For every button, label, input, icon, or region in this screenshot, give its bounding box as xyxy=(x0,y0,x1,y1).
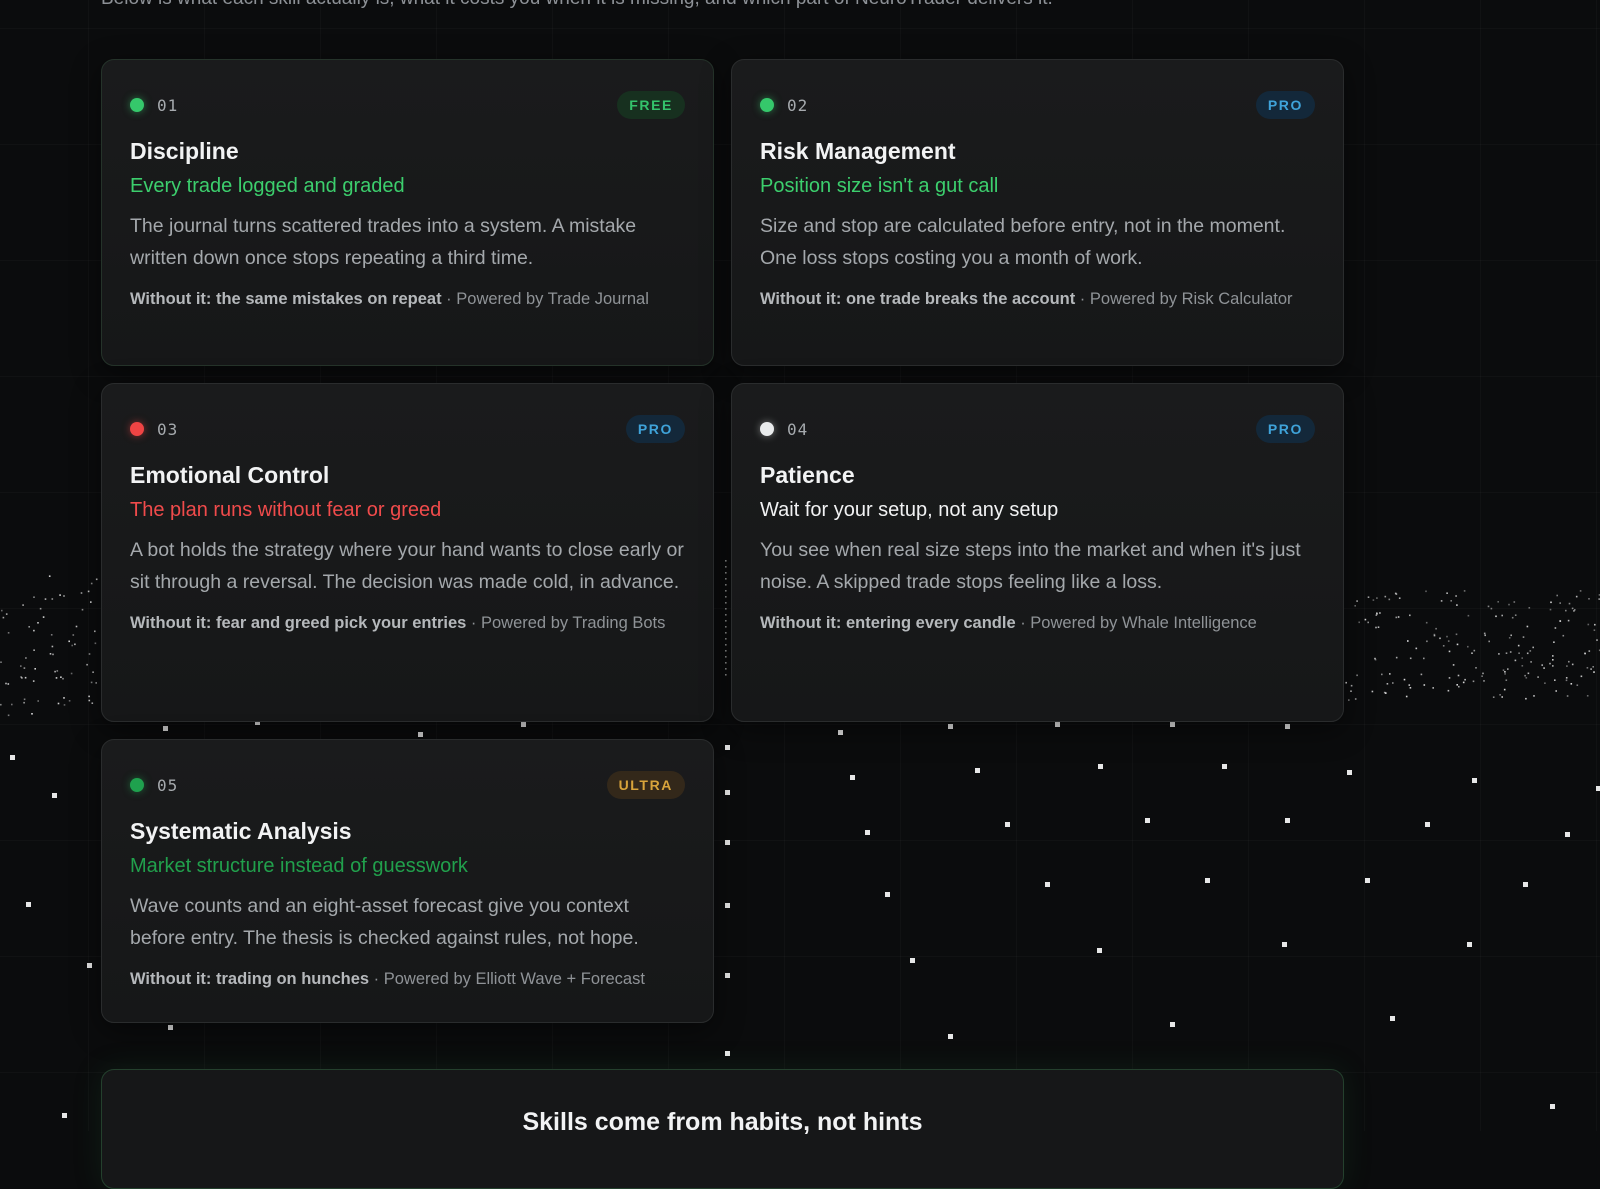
skill-card-emotional-control: 03 PRO Emotional Control The plan runs w… xyxy=(101,383,714,722)
card-header: 02 PRO xyxy=(760,90,1315,120)
powered-by-text: · Powered by Elliott Wave + Forecast xyxy=(369,970,645,988)
card-title: Patience xyxy=(760,462,855,488)
card-number-group: 03 xyxy=(130,420,178,439)
skill-card-discipline: 01 FREE Discipline Every trade logged an… xyxy=(101,59,714,366)
card-number-group: 05 xyxy=(130,776,178,795)
card-number-group: 04 xyxy=(760,420,808,439)
card-description: Size and stop are calculated before entr… xyxy=(760,215,1286,269)
card-number: 02 xyxy=(787,95,809,115)
without-it-text: Without it: trading on hunches xyxy=(130,970,370,988)
card-footer: Without it: entering every candle · Powe… xyxy=(760,612,1315,634)
without-it-text: Without it: the same mistakes on repeat xyxy=(130,290,442,308)
status-dot xyxy=(130,98,144,112)
powered-by-text: · Powered by Trading Bots xyxy=(466,614,666,632)
skill-card-patience: 04 PRO Patience Wait for your setup, not… xyxy=(731,383,1344,722)
card-tagline: Market structure instead of guesswork xyxy=(130,855,468,877)
powered-by-text: · Powered by Risk Calculator xyxy=(1075,290,1293,308)
card-title: Risk Management xyxy=(760,138,956,164)
card-footer: Without it: the same mistakes on repeat … xyxy=(130,288,685,310)
tier-badge: PRO xyxy=(1255,415,1315,443)
skill-card-systematic-analysis: 05 ULTRA Systematic Analysis Market stru… xyxy=(101,739,714,1023)
without-it-text: Without it: entering every candle xyxy=(760,614,1016,632)
status-dot xyxy=(130,422,144,436)
status-dot xyxy=(760,98,774,112)
card-title: Systematic Analysis xyxy=(130,818,352,844)
tier-badge: ULTRA xyxy=(606,771,685,799)
card-title: Emotional Control xyxy=(130,462,330,488)
card-description: A bot holds the strategy where your hand… xyxy=(130,539,684,593)
without-it-text: Without it: fear and greed pick your ent… xyxy=(130,614,467,632)
tier-badge: PRO xyxy=(1255,91,1315,119)
card-tagline: Wait for your setup, not any setup xyxy=(760,499,1059,521)
card-number: 03 xyxy=(157,419,179,439)
habits-callout: Skills come from habits, not hints xyxy=(101,1069,1344,1189)
card-header: 05 ULTRA xyxy=(130,770,685,800)
powered-by-text: · Powered by Whale Intelligence xyxy=(1015,614,1257,632)
card-footer: Without it: trading on hunches · Powered… xyxy=(130,968,685,990)
section-intro: Below is what each skill actually is, wh… xyxy=(101,0,1053,12)
powered-by-text: · Powered by Trade Journal xyxy=(441,290,649,308)
card-title: Discipline xyxy=(130,138,239,164)
card-description: You see when real size steps into the ma… xyxy=(760,539,1301,593)
status-dot xyxy=(760,422,774,436)
status-dot xyxy=(130,778,144,792)
card-number: 04 xyxy=(787,419,809,439)
card-tagline: The plan runs without fear or greed xyxy=(130,499,442,521)
card-tagline: Position size isn't a gut call xyxy=(760,175,999,197)
card-number: 05 xyxy=(157,775,179,795)
callout-title: Skills come from habits, not hints xyxy=(522,1108,923,1136)
card-number: 01 xyxy=(157,95,179,115)
card-tagline: Every trade logged and graded xyxy=(130,175,405,197)
without-it-text: Without it: one trade breaks the account xyxy=(760,290,1076,308)
card-footer: Without it: one trade breaks the account… xyxy=(760,288,1315,310)
card-header: 03 PRO xyxy=(130,414,685,444)
card-description: Wave counts and an eight-asset forecast … xyxy=(130,895,639,949)
card-description: The journal turns scattered trades into … xyxy=(130,215,637,269)
card-header: 01 FREE xyxy=(130,90,685,120)
card-header: 04 PRO xyxy=(760,414,1315,444)
skill-card-risk-management: 02 PRO Risk Management Position size isn… xyxy=(731,59,1344,366)
tier-badge: FREE xyxy=(617,91,685,119)
tier-badge: PRO xyxy=(625,415,685,443)
card-number-group: 02 xyxy=(760,96,808,115)
card-footer: Without it: fear and greed pick your ent… xyxy=(130,612,685,634)
card-number-group: 01 xyxy=(130,96,178,115)
